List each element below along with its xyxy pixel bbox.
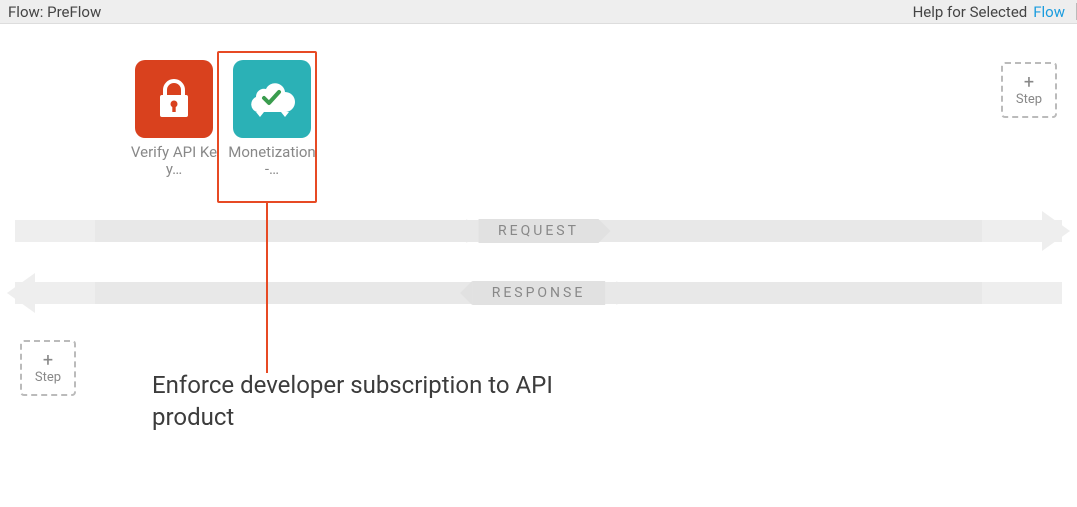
plus-icon: + — [43, 352, 53, 370]
response-arrow-icon — [7, 273, 35, 313]
bar-edge — [15, 220, 95, 242]
help-label: Help for Selected — [913, 3, 1028, 21]
selection-frame — [217, 51, 317, 203]
request-flow-bar: REQUEST — [15, 220, 1062, 242]
lock-icon — [151, 76, 197, 122]
response-label-chip: RESPONSE — [472, 281, 606, 305]
add-step-request-button[interactable]: + Step — [1001, 62, 1057, 118]
bar-edge — [982, 282, 1062, 304]
callout-line — [266, 203, 268, 373]
help-flow-link[interactable]: Flow — [1033, 3, 1065, 21]
flow-canvas: Verify API Key… Monetization-… + Step + … — [0, 24, 1077, 507]
annotation-text: Enforce developer subscription to API pr… — [152, 369, 632, 434]
policy-label: Verify API Key… — [130, 144, 218, 179]
request-label-chip: REQUEST — [478, 219, 599, 243]
response-label: RESPONSE — [492, 285, 586, 301]
policy-tile — [135, 60, 213, 138]
policy-verify-api-key[interactable]: Verify API Key… — [130, 60, 218, 179]
response-flow-bar: RESPONSE — [15, 282, 1062, 304]
add-step-response-button[interactable]: + Step — [20, 340, 76, 396]
add-step-label: Step — [1016, 92, 1042, 107]
editor-topbar: Flow: PreFlow Help for Selected Flow — [0, 0, 1077, 24]
plus-icon: + — [1024, 74, 1034, 92]
flow-title: Flow: PreFlow — [8, 3, 913, 21]
add-step-label: Step — [35, 370, 61, 385]
request-arrow-icon — [1042, 211, 1070, 251]
request-label: REQUEST — [498, 223, 579, 239]
